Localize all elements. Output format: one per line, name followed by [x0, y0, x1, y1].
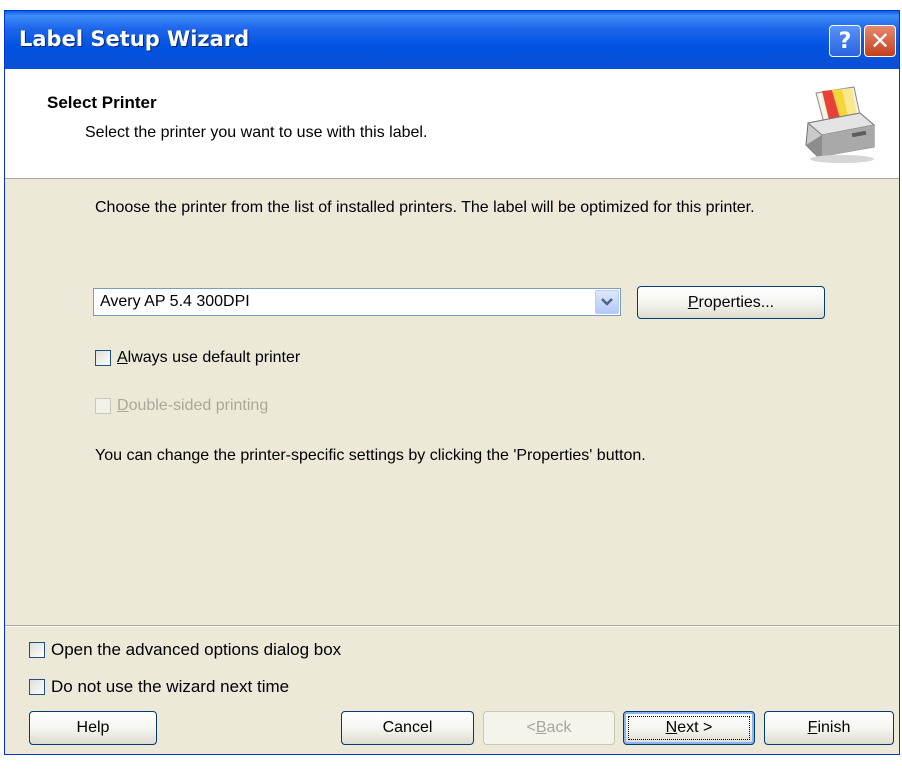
properties-button[interactable]: Properties... [637, 286, 825, 319]
focus-ring [628, 716, 750, 740]
window-title: Label Setup Wizard [19, 27, 250, 51]
advanced-options-checkbox[interactable]: Open the advanced options dialog box [29, 640, 341, 660]
printer-icon [805, 86, 876, 163]
chevron-down-icon[interactable] [595, 290, 619, 314]
page-title: Select Printer [47, 93, 157, 112]
help-icon[interactable]: ? [829, 25, 861, 57]
divider [5, 625, 899, 627]
double-sided-printing-checkbox: Double-sided printing [95, 397, 268, 415]
page-subtitle: Select the printer you want to use with … [85, 124, 428, 141]
finish-button-mnemonic: F [807, 719, 818, 736]
always-use-default-printer-checkbox[interactable]: Always use default printer [95, 349, 300, 367]
finish-button-label: inish [817, 719, 851, 736]
properties-hint-text: You can change the printer-specific sett… [95, 447, 646, 464]
close-icon[interactable]: ✕ [864, 25, 896, 57]
finish-button[interactable]: Finish [764, 711, 894, 745]
checkbox-box[interactable] [29, 642, 45, 658]
checkbox-box [95, 398, 111, 414]
always-default-label: lways use default printer [127, 349, 301, 366]
double-sided-label: ouble-sided printing [128, 397, 269, 414]
checkbox-box[interactable] [95, 350, 111, 366]
screen: Label Setup Wizard ? ✕ Select Printer Se… [0, 0, 902, 769]
properties-button-label: roperties... [698, 293, 775, 311]
wizard-header: Select Printer Select the printer you wa… [5, 69, 899, 179]
help-button[interactable]: Help [29, 711, 157, 745]
back-button-mnemonic: B [535, 719, 547, 736]
always-default-mnemonic: A [117, 349, 128, 366]
properties-button-mnemonic: P [687, 293, 699, 311]
cancel-button[interactable]: Cancel [341, 711, 474, 745]
no-wizard-label: Do not use the wizard next time [51, 677, 290, 696]
back-button: < Back [483, 711, 615, 745]
double-sided-mnemonic: D [117, 397, 129, 414]
printer-select[interactable]: Avery AP 5.4 300DPI [93, 288, 621, 316]
back-button-prefix: < [526, 719, 536, 736]
advanced-options-label: Open the advanced options dialog box [51, 640, 342, 659]
back-button-label: ack [546, 719, 572, 736]
next-button[interactable]: Next > [623, 711, 755, 745]
no-wizard-checkbox[interactable]: Do not use the wizard next time [29, 677, 289, 697]
label-setup-wizard-dialog: Label Setup Wizard ? ✕ Select Printer Se… [4, 10, 900, 755]
checkbox-box[interactable] [29, 679, 45, 695]
printer-select-value: Avery AP 5.4 300DPI [100, 293, 250, 310]
intro-text: Choose the printer from the list of inst… [95, 199, 755, 216]
title-bar[interactable]: Label Setup Wizard ? ✕ [5, 11, 899, 69]
